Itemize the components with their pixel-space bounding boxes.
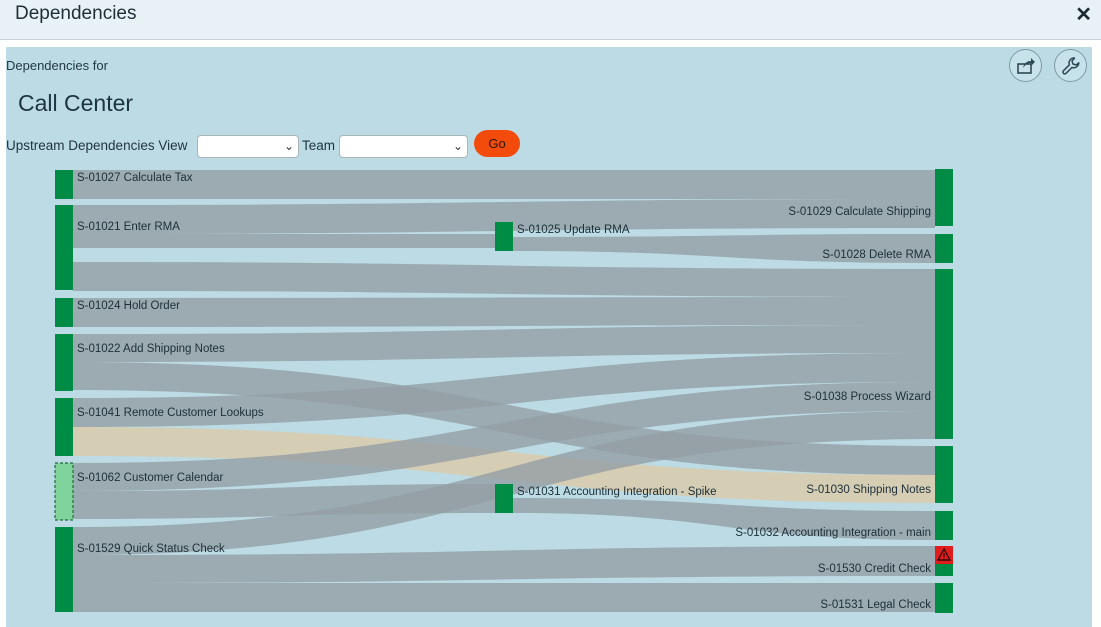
story-node-label: S-01032 Accounting Integration - main <box>735 527 931 539</box>
story-node-S-01021[interactable] <box>55 205 73 290</box>
story-node-label: S-01028 Delete RMA <box>822 249 931 261</box>
close-icon[interactable]: ✕ <box>1075 2 1092 27</box>
story-node-label: S-01041 Remote Customer Lookups <box>77 407 264 419</box>
story-node-label: S-01027 Calculate Tax <box>77 172 193 184</box>
dependency-link-S-01027-S-01029[interactable] <box>73 170 935 199</box>
story-node-S-01032[interactable] <box>935 511 953 540</box>
story-node-label: S-01021 Enter RMA <box>77 221 180 233</box>
story-node-label: S-01030 Shipping Notes <box>806 484 931 496</box>
dialog-titlebar: Dependencies ✕ <box>0 0 1101 40</box>
story-node-label: S-01529 Quick Status Check <box>77 543 225 555</box>
story-node-label: S-01031 Accounting Integration - Spike <box>517 486 716 498</box>
dialog-title: Dependencies <box>15 3 137 24</box>
story-node-S-01531[interactable] <box>935 583 953 613</box>
story-node-label: S-01029 Calculate Shipping <box>788 206 931 218</box>
story-node-S-01029[interactable] <box>935 169 953 226</box>
dependency-link-S-01024-S-01038[interactable] <box>73 297 935 327</box>
story-node-S-01529[interactable] <box>55 527 73 612</box>
story-node-S-01025[interactable] <box>495 222 513 251</box>
story-node-S-01038[interactable] <box>935 269 953 439</box>
story-node-label: S-01022 Add Shipping Notes <box>77 343 225 355</box>
story-node-label: S-01531 Legal Check <box>820 599 931 611</box>
dependency-sankey: S-01027 Calculate Tax S-01021 Enter RMA S-… <box>54 169 953 613</box>
story-node-S-01062[interactable] <box>54 462 74 521</box>
story-node-S-01028[interactable] <box>935 234 953 263</box>
story-node-label: S-01024 Hold Order <box>77 300 180 312</box>
story-node-S-01024[interactable] <box>55 298 73 327</box>
story-node-S-01031[interactable] <box>495 484 513 513</box>
story-node-S-01041[interactable] <box>55 398 73 456</box>
story-node-label: S-01530 Credit Check <box>818 563 931 575</box>
story-node-S-01027[interactable] <box>55 170 73 199</box>
dependency-link-S-01021-S-01038[interactable] <box>73 262 935 297</box>
story-node-label: S-01025 Update RMA <box>517 224 630 236</box>
dependency-link-S-01529-S-01531[interactable] <box>73 583 935 612</box>
story-node-label: S-01062 Customer Calendar <box>77 472 224 484</box>
story-node-label: S-01038 Process Wizard <box>804 391 931 403</box>
dependencies-panel: Dependencies for Call Center Upstream De… <box>6 47 1092 627</box>
dependency-link-S-01021-S-01025[interactable] <box>73 234 495 248</box>
story-node-S-01030[interactable] <box>935 446 953 503</box>
story-node-S-01022[interactable] <box>55 334 73 391</box>
